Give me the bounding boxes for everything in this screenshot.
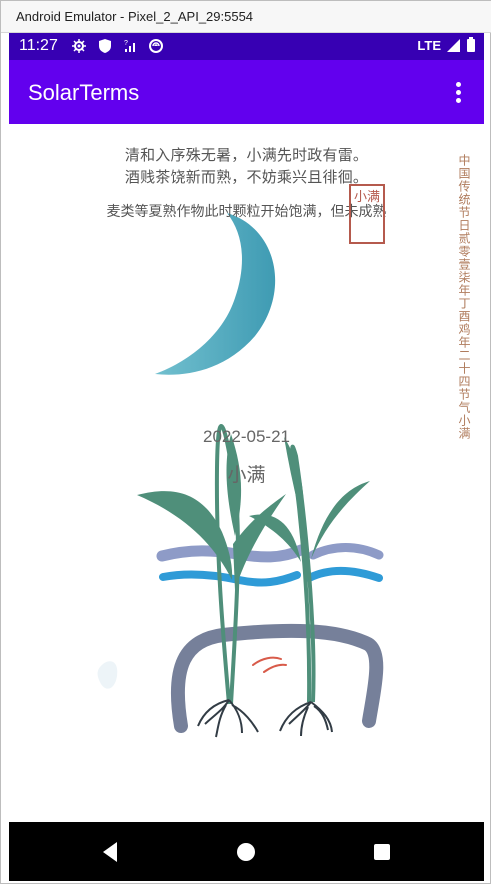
term-name: 小满	[227, 464, 266, 486]
term-description: 麦类等夏熟作物此时颗粒开始饱满，但未成熟	[106, 204, 387, 220]
network-type: LTE	[417, 37, 441, 53]
left-roots	[197, 699, 259, 738]
app-bar: SolarTerms	[9, 60, 484, 124]
emulator-window: Android Emulator - Pixel_2_API_29:5554 1…	[0, 0, 491, 884]
status-right-icons: LTE	[417, 37, 476, 53]
poem-line-2: 酒贱茶饶新而熟，不妨乘兴且徘徊。	[124, 168, 369, 186]
android-device-screen: 11:27 ? LTE SolarTerms 清和入序殊无暑，小满先时政有雷。 …	[9, 33, 484, 881]
watercolor-blot	[97, 661, 118, 689]
recents-icon[interactable]	[368, 838, 396, 866]
gear-icon	[72, 39, 86, 53]
svg-text:?: ?	[124, 40, 128, 47]
emulator-titlebar[interactable]: Android Emulator - Pixel_2_API_29:5554	[1, 1, 491, 33]
red-mark	[252, 656, 287, 673]
red-seal-text: 小满	[349, 184, 385, 244]
shield-icon	[99, 39, 111, 53]
wave-blue-right	[305, 566, 383, 582]
wave-top-left	[156, 544, 307, 563]
more-vert-icon	[456, 98, 461, 103]
wifi-signal-icon: ?	[124, 40, 135, 52]
more-vert-icon	[456, 82, 461, 87]
left-leaf-right	[233, 494, 286, 590]
emulator-title: Android Emulator - Pixel_2_API_29:5554	[16, 9, 254, 24]
battery-icon	[467, 37, 475, 52]
signal-icon	[447, 38, 460, 52]
back-icon[interactable]	[97, 838, 125, 866]
more-vert-icon	[456, 90, 461, 95]
term-date: 2022-05-21	[203, 427, 290, 446]
status-bar: 11:27 ? LTE	[9, 33, 484, 60]
wave-top-right	[308, 543, 384, 560]
more-vert-button[interactable]	[444, 76, 472, 108]
android-navigation-bar	[9, 822, 484, 881]
crescent-moon	[155, 213, 276, 375]
solar-term-content: 清和入序殊无暑，小满先时政有雷。 酒贱茶饶新而熟，不妨乘兴且徘徊。 麦类等夏熟作…	[9, 124, 484, 822]
poem-line-1: 清和入序殊无暑，小满先时政有雷。	[124, 146, 369, 164]
app-title: SolarTerms	[28, 80, 140, 105]
home-icon[interactable]	[232, 838, 260, 866]
right-roots	[279, 701, 333, 737]
cast-icon	[149, 39, 163, 53]
status-time: 11:27	[19, 37, 58, 54]
